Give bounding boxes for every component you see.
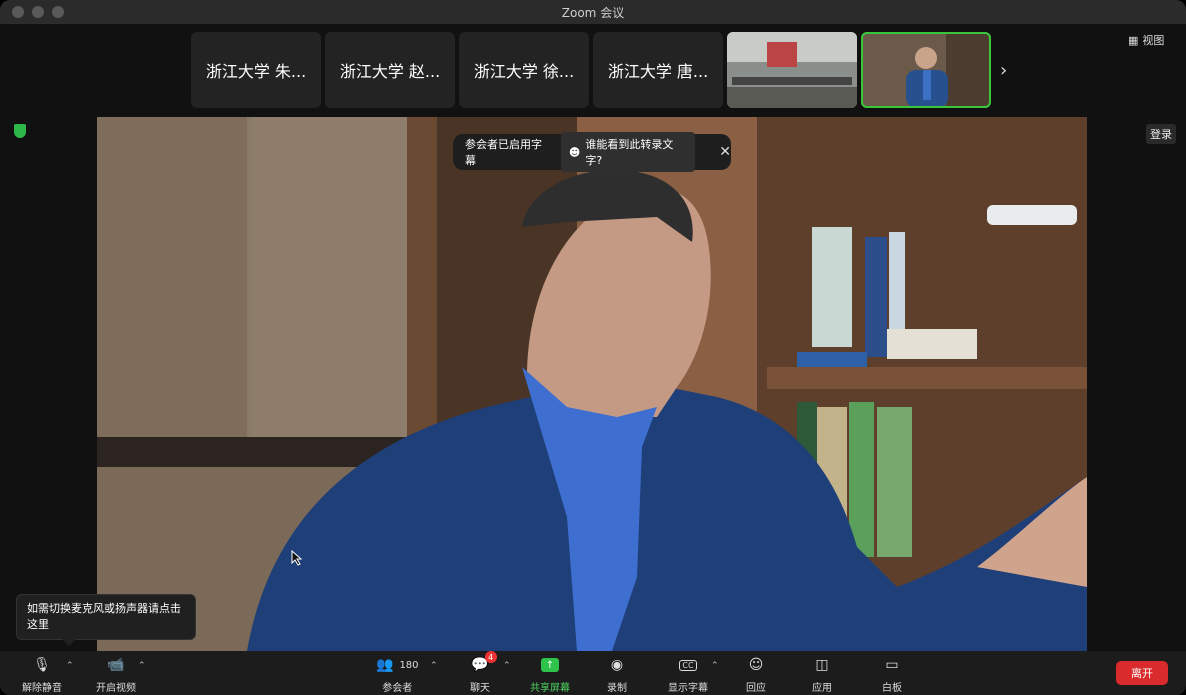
speaker-video-image: [861, 32, 991, 108]
who-can-see-label: 谁能看到此转录文字?: [585, 138, 674, 167]
who-can-see-transcript-button[interactable]: ☻ 谁能看到此转录文字?: [560, 132, 696, 172]
audio-tooltip: 如需切换麦克风或扬声器请点击这里: [16, 594, 196, 646]
close-icon[interactable]: ✕: [719, 144, 731, 160]
meeting-toolbar: 🎙 解除静音 ⌃ 📹 开启视频 ⌃ 👥 180 参会者 ⌃ 💬 4 聊天 ⌃ ↑ 共…: [0, 651, 1186, 695]
whiteboard-button[interactable]: ▭ 白板: [882, 655, 902, 694]
whiteboard-label: 白板: [882, 683, 902, 694]
participant-thumbnail[interactable]: 浙江大学 徐...: [459, 32, 589, 108]
start-video-label: 开启视频: [96, 683, 136, 694]
video-options-chevron-icon[interactable]: ⌃: [138, 661, 146, 671]
title-bar: Zoom 会议: [0, 0, 1186, 24]
caption-banner: 参会者已启用字幕 ☻ 谁能看到此转录文字? ✕: [453, 132, 731, 172]
speaker-video-image: [97, 117, 1087, 651]
microphone-muted-icon: 🎙: [33, 657, 51, 673]
participant-thumbnail[interactable]: 浙江大学 赵...: [325, 32, 455, 108]
apps-label: 应用: [812, 683, 832, 694]
participants-icon: 👥 180: [376, 657, 419, 673]
share-screen-button[interactable]: ↑ 共享屏幕: [530, 655, 570, 694]
participant-thumbnail[interactable]: 浙江大学 朱...: [191, 32, 321, 108]
whiteboard-icon: ▭: [885, 657, 899, 673]
participants-label: 参会者: [382, 683, 413, 694]
classroom-video-image: [727, 32, 857, 108]
chat-options-chevron-icon[interactable]: ⌃: [503, 661, 511, 671]
video-off-icon: 📹: [107, 657, 125, 673]
participant-thumbnail[interactable]: 浙江大学 唐...: [593, 32, 723, 108]
captions-options-chevron-icon[interactable]: ⌃: [711, 661, 719, 671]
participant-name: 浙江大学 徐...: [473, 62, 575, 81]
person-icon: ☻: [568, 145, 581, 159]
show-captions-button[interactable]: CC 显示字幕: [668, 655, 708, 694]
close-window-button[interactable]: [12, 6, 24, 18]
participant-strip: 浙江大学 朱... 浙江大学 赵... 浙江大学 徐... 浙江大学 唐...: [191, 32, 991, 108]
grid-icon: ▦: [1128, 33, 1139, 47]
record-label: 录制: [607, 683, 627, 694]
record-button[interactable]: ◉ 录制: [607, 655, 627, 694]
leave-button[interactable]: 离开: [1116, 661, 1168, 685]
unmute-button[interactable]: 🎙 解除静音: [22, 655, 62, 694]
apps-button[interactable]: ◫ 应用: [812, 655, 832, 694]
caption-status-text: 参会者已启用字幕: [465, 138, 542, 167]
participant-video-thumbnail[interactable]: [727, 32, 857, 108]
smiley-icon: ☺: [748, 657, 764, 673]
participant-name: 浙江大学 赵...: [339, 62, 441, 81]
start-video-button[interactable]: 📹 开启视频: [96, 655, 136, 694]
active-speaker-thumbnail[interactable]: [861, 32, 991, 108]
next-page-chevron-icon[interactable]: ›: [1000, 60, 1007, 81]
zoom-window: Zoom 会议 浙江大学 朱... 浙江大学 赵... 浙江大学 徐... 浙江…: [0, 0, 1186, 695]
chat-icon: 💬 4: [471, 651, 497, 675]
cc-icon: CC: [679, 655, 697, 675]
participants-button[interactable]: 👥 180 参会者: [376, 655, 419, 694]
share-screen-label: 共享屏幕: [530, 683, 570, 694]
share-screen-icon: ↑: [541, 655, 559, 675]
view-button-label: 视图: [1142, 34, 1165, 47]
minimize-window-button[interactable]: [32, 6, 44, 18]
login-button[interactable]: 登录: [1146, 124, 1176, 144]
chat-button[interactable]: 💬 4 聊天: [470, 651, 497, 694]
window-controls[interactable]: [12, 6, 64, 18]
security-shield-icon[interactable]: [14, 124, 26, 138]
apps-icon: ◫: [815, 657, 829, 673]
participants-count: 180: [399, 659, 419, 671]
mouse-cursor-icon: [291, 550, 303, 566]
view-button[interactable]: ▦ 视图: [1128, 32, 1164, 48]
main-speaker-video: [97, 117, 1087, 651]
chat-unread-badge: 4: [484, 651, 497, 663]
audio-options-chevron-icon[interactable]: ⌃: [66, 661, 74, 671]
unmute-label: 解除静音: [22, 683, 62, 694]
participants-options-chevron-icon[interactable]: ⌃: [430, 661, 438, 671]
chat-label: 聊天: [470, 683, 490, 694]
record-icon: ◉: [610, 657, 624, 673]
zoom-window-button[interactable]: [52, 6, 64, 18]
meeting-stage: 浙江大学 朱... 浙江大学 赵... 浙江大学 徐... 浙江大学 唐...: [0, 24, 1186, 651]
participant-name: 浙江大学 唐...: [607, 62, 709, 81]
participant-name: 浙江大学 朱...: [205, 62, 307, 81]
reactions-button[interactable]: ☺ 回应: [746, 655, 766, 694]
window-title: Zoom 会议: [561, 5, 625, 20]
reactions-label: 回应: [746, 683, 766, 694]
show-captions-label: 显示字幕: [668, 683, 708, 694]
